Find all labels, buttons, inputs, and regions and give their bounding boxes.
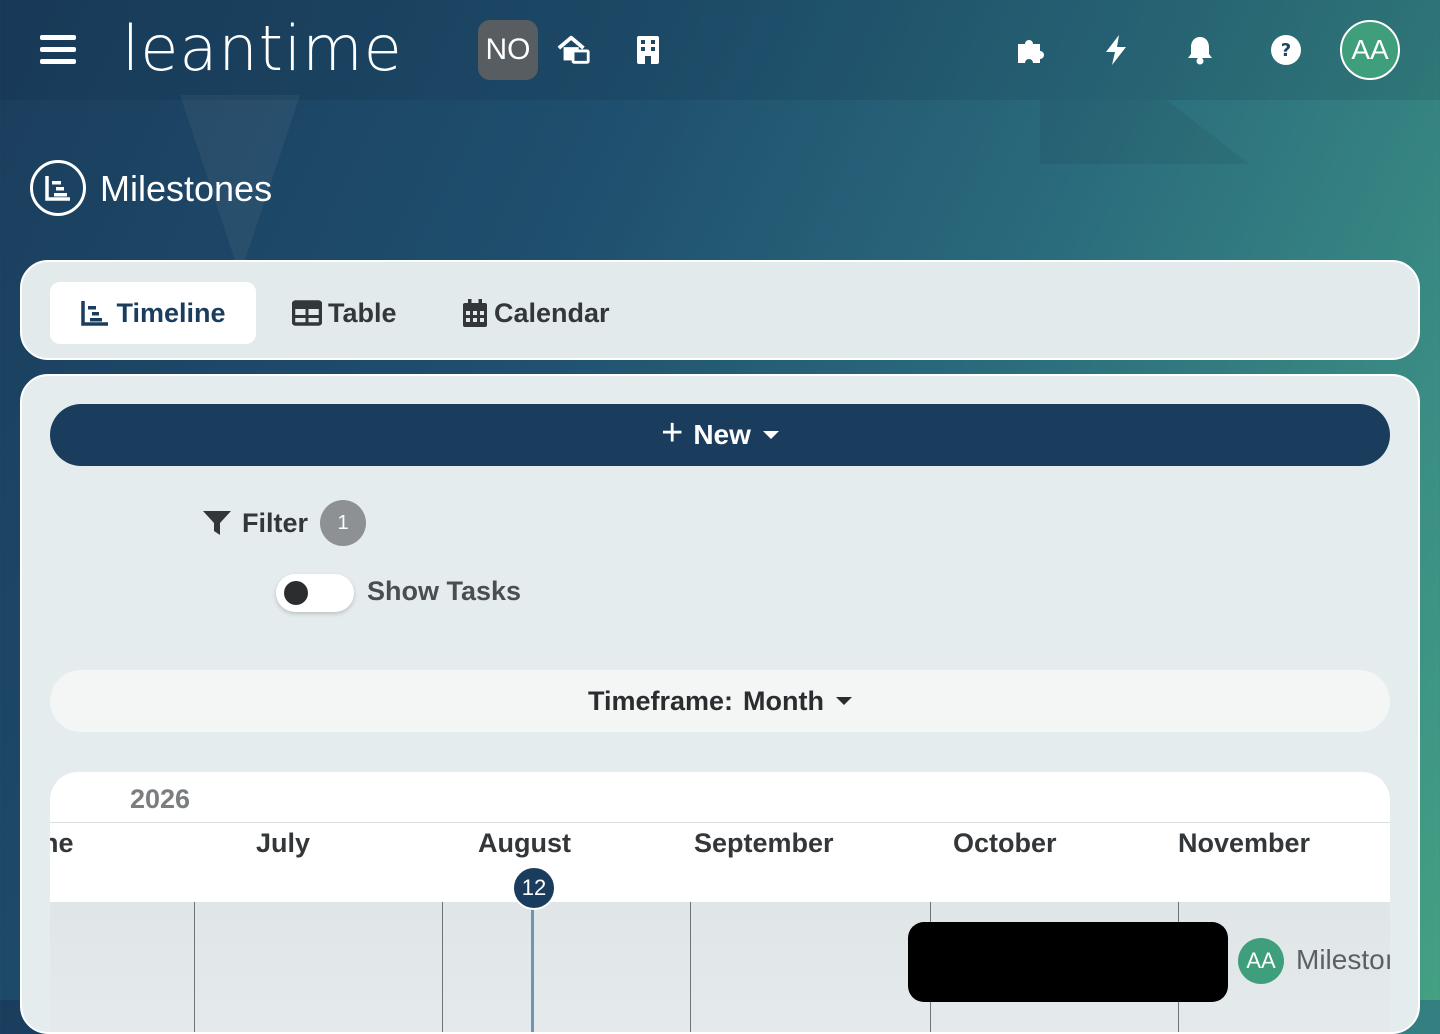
show-tasks-label: Show Tasks: [367, 576, 522, 606]
timeframe-label: Timeframe:: [587, 685, 734, 716]
filter-label: Filter: [242, 507, 309, 538]
bell-icon[interactable]: [1182, 32, 1218, 68]
gantt-month: August: [478, 828, 571, 858]
gantt-month: July: [256, 828, 311, 858]
milestones-panel: + New Filter 1 Show Tasks Timeframe: Mon…: [20, 374, 1420, 1034]
filter-count-badge: 1: [320, 500, 367, 546]
milestone-label[interactable]: Milestoı: [1296, 944, 1390, 976]
today-marker: 12: [512, 866, 556, 910]
gantt-chart: 2026 ne July August September October No…: [50, 772, 1390, 1032]
gantt-month: September: [694, 828, 834, 858]
tab-calendar[interactable]: Calendar: [462, 282, 610, 344]
caret-down-icon: [762, 431, 779, 439]
page-title: Milestones: [100, 168, 273, 209]
table-icon: [292, 300, 322, 326]
new-button[interactable]: + New: [50, 404, 1390, 466]
puzzle-icon[interactable]: [1012, 32, 1048, 68]
gantt-month: ne: [50, 828, 74, 858]
project-badge[interactable]: NO: [478, 20, 538, 80]
plus-icon: +: [661, 411, 684, 454]
building-icon[interactable]: [630, 32, 666, 68]
caret-down-icon: [836, 697, 853, 705]
gantt-header: 2026 ne July August September October No…: [50, 772, 1390, 902]
milestone-bar[interactable]: [908, 922, 1228, 1002]
milestone-owner-avatar: AA: [1238, 938, 1284, 984]
help-icon[interactable]: ?: [1268, 32, 1304, 68]
filter-button[interactable]: Filter 1: [202, 500, 367, 546]
svg-text:?: ?: [1281, 40, 1291, 61]
tab-label: Table: [328, 297, 397, 328]
timeline-icon: [80, 299, 110, 327]
timeline-icon: [30, 160, 86, 216]
tab-label: Calendar: [494, 297, 610, 328]
menu-icon[interactable]: [40, 35, 76, 65]
show-tasks-toggle[interactable]: [276, 574, 354, 612]
view-tabs: Timeline Table Calendar: [20, 260, 1420, 360]
top-header: leantime NO ? AA: [0, 0, 1440, 100]
timeframe-value: Month: [743, 685, 825, 716]
new-button-label: New: [693, 419, 751, 450]
gantt-month: October: [953, 828, 1057, 858]
gantt-year: 2026: [130, 784, 191, 814]
bolt-icon[interactable]: [1098, 32, 1134, 68]
timeframe-dropdown[interactable]: Timeframe: Month: [50, 670, 1390, 732]
toggle-knob: [284, 581, 308, 605]
user-avatar[interactable]: AA: [1340, 20, 1400, 80]
logo[interactable]: leantime: [122, 12, 403, 85]
calendar-icon: [462, 298, 488, 328]
filter-icon: [202, 509, 232, 537]
today-marker-line: [531, 902, 534, 1032]
tab-timeline[interactable]: Timeline: [50, 282, 256, 344]
tab-label: Timeline: [116, 297, 226, 328]
tab-table[interactable]: Table: [292, 282, 397, 344]
home-switch-icon[interactable]: [556, 32, 592, 68]
gantt-month: November: [1178, 828, 1311, 858]
